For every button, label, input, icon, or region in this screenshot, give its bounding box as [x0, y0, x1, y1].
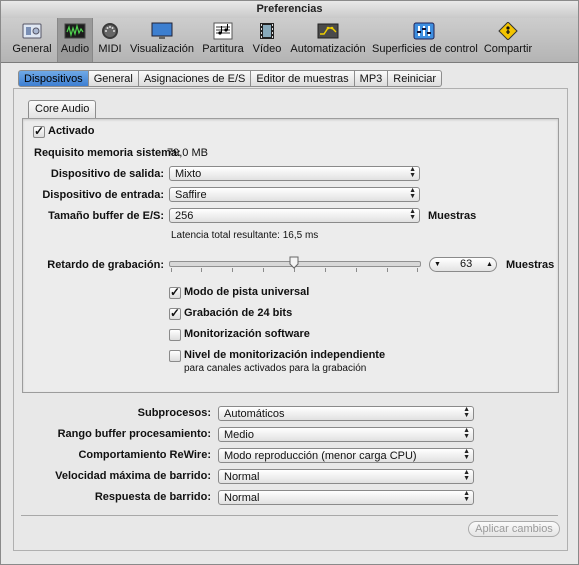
threads-value: Automáticos [224, 408, 285, 420]
output-device-label: Dispositivo de salida: [50, 168, 164, 180]
slider-tick [325, 268, 326, 272]
buffer-unit-label: Muestras [428, 210, 477, 222]
threads-popup[interactable]: Automáticos ▲ ▼ [218, 406, 474, 421]
toolbar-item-display[interactable]: Visualización [128, 18, 196, 62]
toolbar-item-score[interactable]: Partitura [200, 18, 246, 62]
output-device-popup[interactable]: Mixto ▲ ▼ [169, 166, 420, 181]
24bit-recording-checkbox[interactable] [169, 306, 181, 320]
independent-monitoring-note: para canales activados para la grabación [184, 363, 367, 374]
general-icon [22, 23, 42, 39]
stepper-up-icon[interactable]: ▲ [486, 258, 493, 271]
buffer-size-popup[interactable]: 256 ▲ ▼ [169, 208, 420, 223]
tab-general[interactable]: General [88, 70, 139, 87]
input-device-label: Dispositivo de entrada: [42, 189, 164, 201]
toolbar-item-video[interactable]: Vídeo [251, 18, 283, 62]
universal-track-mode-checkbox[interactable] [169, 285, 181, 299]
independent-monitoring-checkbox[interactable] [169, 350, 181, 362]
core-audio-panel: Activado Requisito memoria sistema: 79,0… [22, 118, 559, 393]
enabled-checkbox[interactable] [33, 124, 45, 138]
divider [21, 515, 558, 516]
slider-tick [232, 268, 233, 272]
video-icon [260, 23, 274, 39]
preferences-content: Dispositivos General Asignaciones de E/S… [1, 63, 578, 564]
slider-tick [417, 268, 418, 272]
score-icon [213, 22, 233, 40]
automation-icon [317, 23, 339, 39]
record-delay-value: 63 [460, 258, 473, 270]
slider-tick [387, 268, 388, 272]
record-delay-slider[interactable] [169, 255, 421, 275]
threads-label: Subprocesos: [137, 407, 211, 419]
tab-sample-editor[interactable]: Editor de muestras [251, 70, 355, 87]
enabled-label: Activado [48, 125, 95, 137]
toolbar-item-share[interactable]: Compartir [481, 18, 535, 62]
scrub-response-popup[interactable]: Normal ▲ ▼ [218, 490, 474, 505]
universal-track-mode-label: Modo de pista universal [184, 286, 310, 298]
apply-changes-button[interactable]: Aplicar cambios [468, 521, 560, 537]
window-title: Preferencias [1, 1, 578, 18]
toolbar-item-general[interactable]: General [9, 18, 55, 62]
rewire-label: Comportamiento ReWire: [78, 449, 211, 461]
tab-devices[interactable]: Dispositivos [18, 70, 89, 87]
popup-arrows-icon: ▲ ▼ [409, 208, 416, 221]
popup-arrows-icon: ▲ ▼ [463, 490, 470, 503]
tab-core-audio[interactable]: Core Audio [28, 100, 97, 118]
slider-tick [171, 268, 172, 272]
audio-icon [64, 23, 86, 39]
input-device-value: Saffire [175, 189, 207, 201]
audio-tabs: Dispositivos General Asignaciones de E/S… [18, 70, 443, 88]
slider-tick [201, 268, 202, 272]
max-scrub-speed-value: Normal [224, 471, 260, 483]
slider-tick [356, 268, 357, 272]
popup-arrows-icon: ▲ ▼ [409, 187, 416, 200]
process-buffer-label: Rango buffer procesamiento: [57, 428, 211, 440]
popup-arrows-icon: ▲ ▼ [463, 406, 470, 419]
slider-thumb[interactable] [289, 256, 299, 269]
popup-arrows-icon: ▲ ▼ [463, 427, 470, 440]
toolbar-item-control-surfaces[interactable]: Superficies de control [372, 18, 478, 62]
scrub-response-value: Normal [224, 492, 260, 504]
max-scrub-speed-popup[interactable]: Normal ▲ ▼ [218, 469, 474, 484]
tab-mp3[interactable]: MP3 [354, 70, 389, 87]
rewire-popup[interactable]: Modo reproducción (menor carga CPU) ▲ ▼ [218, 448, 474, 463]
scrub-response-label: Respuesta de barrido: [94, 491, 211, 503]
display-icon [151, 22, 173, 39]
control-surfaces-icon [413, 22, 435, 40]
memory-value: 79,0 MB [167, 147, 208, 159]
stepper-down-icon[interactable]: ▼ [434, 258, 441, 271]
record-delay-label: Retardo de grabación: [47, 259, 164, 271]
tab-io-assignments[interactable]: Asignaciones de E/S [138, 70, 252, 87]
popup-arrows-icon: ▲ ▼ [409, 166, 416, 179]
max-scrub-speed-label: Velocidad máxima de barrido: [55, 470, 211, 482]
midi-icon [102, 23, 118, 39]
record-delay-unit: Muestras [506, 259, 555, 271]
tab-reset[interactable]: Reiniciar [388, 70, 443, 87]
process-buffer-popup[interactable]: Medio ▲ ▼ [218, 427, 474, 442]
toolbar-item-midi[interactable]: MIDI [95, 18, 125, 62]
popup-arrows-icon: ▲ ▼ [463, 469, 470, 482]
software-monitoring-checkbox[interactable] [169, 329, 181, 341]
preferences-toolbar: General Audio MIDI Visualización Partitu… [1, 18, 578, 63]
preferences-window: Preferencias General Audio MIDI Visualiz… [0, 0, 579, 565]
share-icon [498, 22, 518, 40]
slider-tick [263, 268, 264, 272]
toolbar-item-audio[interactable]: Audio [57, 18, 93, 62]
process-buffer-value: Medio [224, 429, 254, 441]
output-device-value: Mixto [175, 168, 202, 180]
rewire-value: Modo reproducción (menor carga CPU) [224, 450, 417, 462]
latency-text: Latencia total resultante: 16,5 ms [171, 230, 319, 241]
buffer-size-value: 256 [175, 210, 194, 222]
24bit-recording-label: Grabación de 24 bits [184, 307, 293, 319]
software-monitoring-label: Monitorización software [184, 328, 310, 340]
record-delay-stepper[interactable]: ▼ 63 ▲ [429, 257, 497, 272]
input-device-popup[interactable]: Saffire ▲ ▼ [169, 187, 420, 202]
memory-label: Requisito memoria sistema: [34, 147, 181, 159]
independent-monitoring-label: Nivel de monitorización independiente [184, 349, 386, 361]
popup-arrows-icon: ▲ ▼ [463, 448, 470, 461]
toolbar-item-automation[interactable]: Automatización [288, 18, 368, 62]
buffer-size-label: Tamaño buffer de E/S: [48, 210, 164, 222]
